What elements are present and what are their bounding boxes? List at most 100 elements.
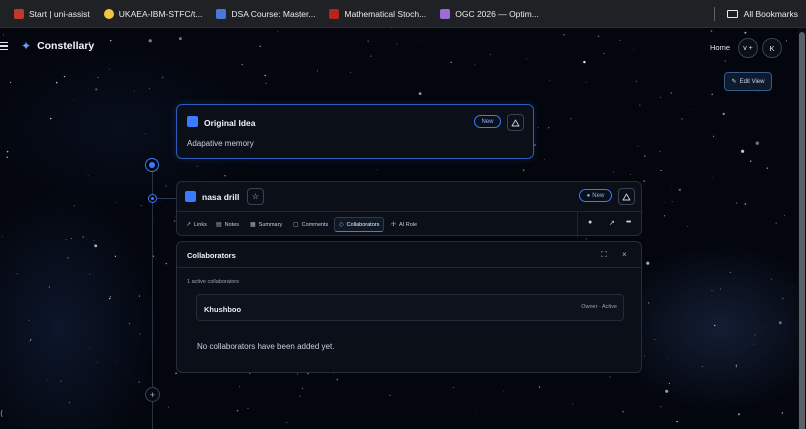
empty-state-message: No collaborators have been added yet. xyxy=(197,342,335,351)
nav-home-link[interactable]: Home xyxy=(710,43,730,52)
cloud-icon xyxy=(622,193,631,200)
star-dot xyxy=(46,380,48,382)
star-dot xyxy=(671,201,673,203)
star-dot xyxy=(87,174,89,177)
panel-title: Collaborators xyxy=(187,251,236,260)
hamburger-menu-icon[interactable] xyxy=(0,42,8,50)
star-dot xyxy=(28,320,30,321)
star-dot xyxy=(660,169,662,172)
star-dot xyxy=(645,154,646,156)
star-dot xyxy=(664,202,666,204)
star-dot xyxy=(167,205,169,207)
favorite-star-button[interactable]: ☆ xyxy=(247,188,264,205)
tab-collaborators[interactable]: ◇ Collaborators xyxy=(334,217,385,232)
star-dot xyxy=(175,372,177,375)
dot-icon: ● xyxy=(586,192,591,199)
star-dot xyxy=(236,409,239,412)
scrollbar[interactable] xyxy=(798,28,806,429)
more-options-icon[interactable]: ••• xyxy=(626,219,631,226)
star-dot xyxy=(476,413,478,415)
star-dot xyxy=(6,156,8,159)
star-dot xyxy=(646,261,650,265)
star-dot xyxy=(168,406,170,408)
star-dot xyxy=(744,203,747,205)
original-idea-card[interactable]: Original Idea New Adapative memory xyxy=(176,104,534,159)
bookmark-item[interactable]: OGC 2026 — Optim... xyxy=(440,8,539,19)
tab-notes[interactable]: ▤ Notes xyxy=(216,217,239,232)
star-dot xyxy=(50,117,52,120)
star-dot xyxy=(165,185,167,187)
timeline-node-root[interactable] xyxy=(145,158,159,172)
bookmark-item[interactable]: Start | uni-assist xyxy=(14,8,90,19)
brand[interactable]: ✦ Constellary xyxy=(21,40,94,52)
collaborator-row[interactable]: Khushboo Owner · Active xyxy=(196,294,624,321)
star-dot xyxy=(711,93,713,96)
star-dot xyxy=(97,76,99,79)
avatar[interactable]: K xyxy=(762,38,782,58)
cloud-button[interactable] xyxy=(618,188,635,205)
new-badge-button[interactable]: ● New xyxy=(579,189,612,202)
collaborator-status: Owner · Active xyxy=(581,304,617,310)
all-bookmarks-button[interactable]: All Bookmarks xyxy=(713,0,798,28)
close-icon[interactable]: × xyxy=(622,250,627,259)
star-dot xyxy=(418,92,422,96)
side-toggle-icon[interactable]: ⟨ xyxy=(0,409,3,418)
sparkle-icon: ✦ xyxy=(21,39,32,53)
cloud-button[interactable] xyxy=(507,114,524,131)
star-dot xyxy=(548,127,550,129)
tab-links[interactable]: ↗ Links xyxy=(186,217,207,232)
star-dot xyxy=(82,236,84,238)
tab-comments[interactable]: ▢ Comments xyxy=(293,217,328,232)
star-dot xyxy=(95,88,98,91)
star-dot xyxy=(670,185,672,187)
fullscreen-icon[interactable]: ⛶ xyxy=(601,250,607,260)
version-button[interactable]: v + xyxy=(738,38,758,58)
node-card[interactable]: nasa drill ☆ ● New ↗ Links ▤ Notes ▦ Summary… xyxy=(176,181,643,237)
star-dot xyxy=(116,201,118,203)
tab-summary[interactable]: ▦ Summary xyxy=(250,217,282,232)
star-dot xyxy=(766,167,768,169)
star-dot xyxy=(161,76,164,79)
star-dot xyxy=(94,244,98,248)
star-dot xyxy=(299,395,301,397)
add-node-button[interactable]: + xyxy=(145,387,160,402)
star-dot xyxy=(668,357,670,359)
edit-view-button[interactable]: ✎ Edit View xyxy=(724,72,772,91)
star-dot xyxy=(781,412,784,414)
star-dot xyxy=(138,295,140,297)
star-dot xyxy=(89,273,91,275)
active-collaborators-count: 1 active collaborators xyxy=(187,279,239,285)
star-dot xyxy=(96,362,98,364)
bookmark-item[interactable]: Mathematical Stoch... xyxy=(329,8,426,19)
star-dot xyxy=(202,81,204,82)
star-dot xyxy=(140,204,143,207)
uni-assist-favicon-icon xyxy=(14,8,24,19)
star-dot xyxy=(247,407,249,409)
tabs-divider xyxy=(577,212,578,237)
star-dot xyxy=(333,372,334,374)
timeline-node[interactable] xyxy=(148,194,157,203)
record-icon[interactable]: ● xyxy=(588,219,592,226)
star-dot xyxy=(114,360,116,361)
star-dot xyxy=(643,355,646,357)
tab-ai-role[interactable]: ✢ AI Role xyxy=(391,217,417,232)
star-dot xyxy=(239,386,241,388)
star-dot xyxy=(651,375,653,377)
star-dot xyxy=(791,287,793,289)
idea-title: Original Idea xyxy=(204,118,256,128)
star-dot xyxy=(144,133,146,135)
bookmark-item[interactable]: UKAEA-IBM-STFC/t... xyxy=(103,8,202,19)
scrollbar-thumb[interactable] xyxy=(799,32,805,429)
star-dot xyxy=(114,255,117,257)
star-dot xyxy=(48,286,50,288)
star-dot xyxy=(376,169,378,171)
star-dot xyxy=(88,347,90,349)
star-dot xyxy=(735,364,737,367)
star-dot xyxy=(643,180,646,183)
ai-role-icon: ✢ xyxy=(391,222,397,228)
expand-arrow-icon[interactable]: ↗ xyxy=(609,219,615,227)
star-dot xyxy=(73,100,75,102)
bookmark-item[interactable]: DSA Course: Master... xyxy=(216,8,315,19)
new-badge-button[interactable]: New xyxy=(474,115,501,128)
star-dot xyxy=(109,296,112,298)
